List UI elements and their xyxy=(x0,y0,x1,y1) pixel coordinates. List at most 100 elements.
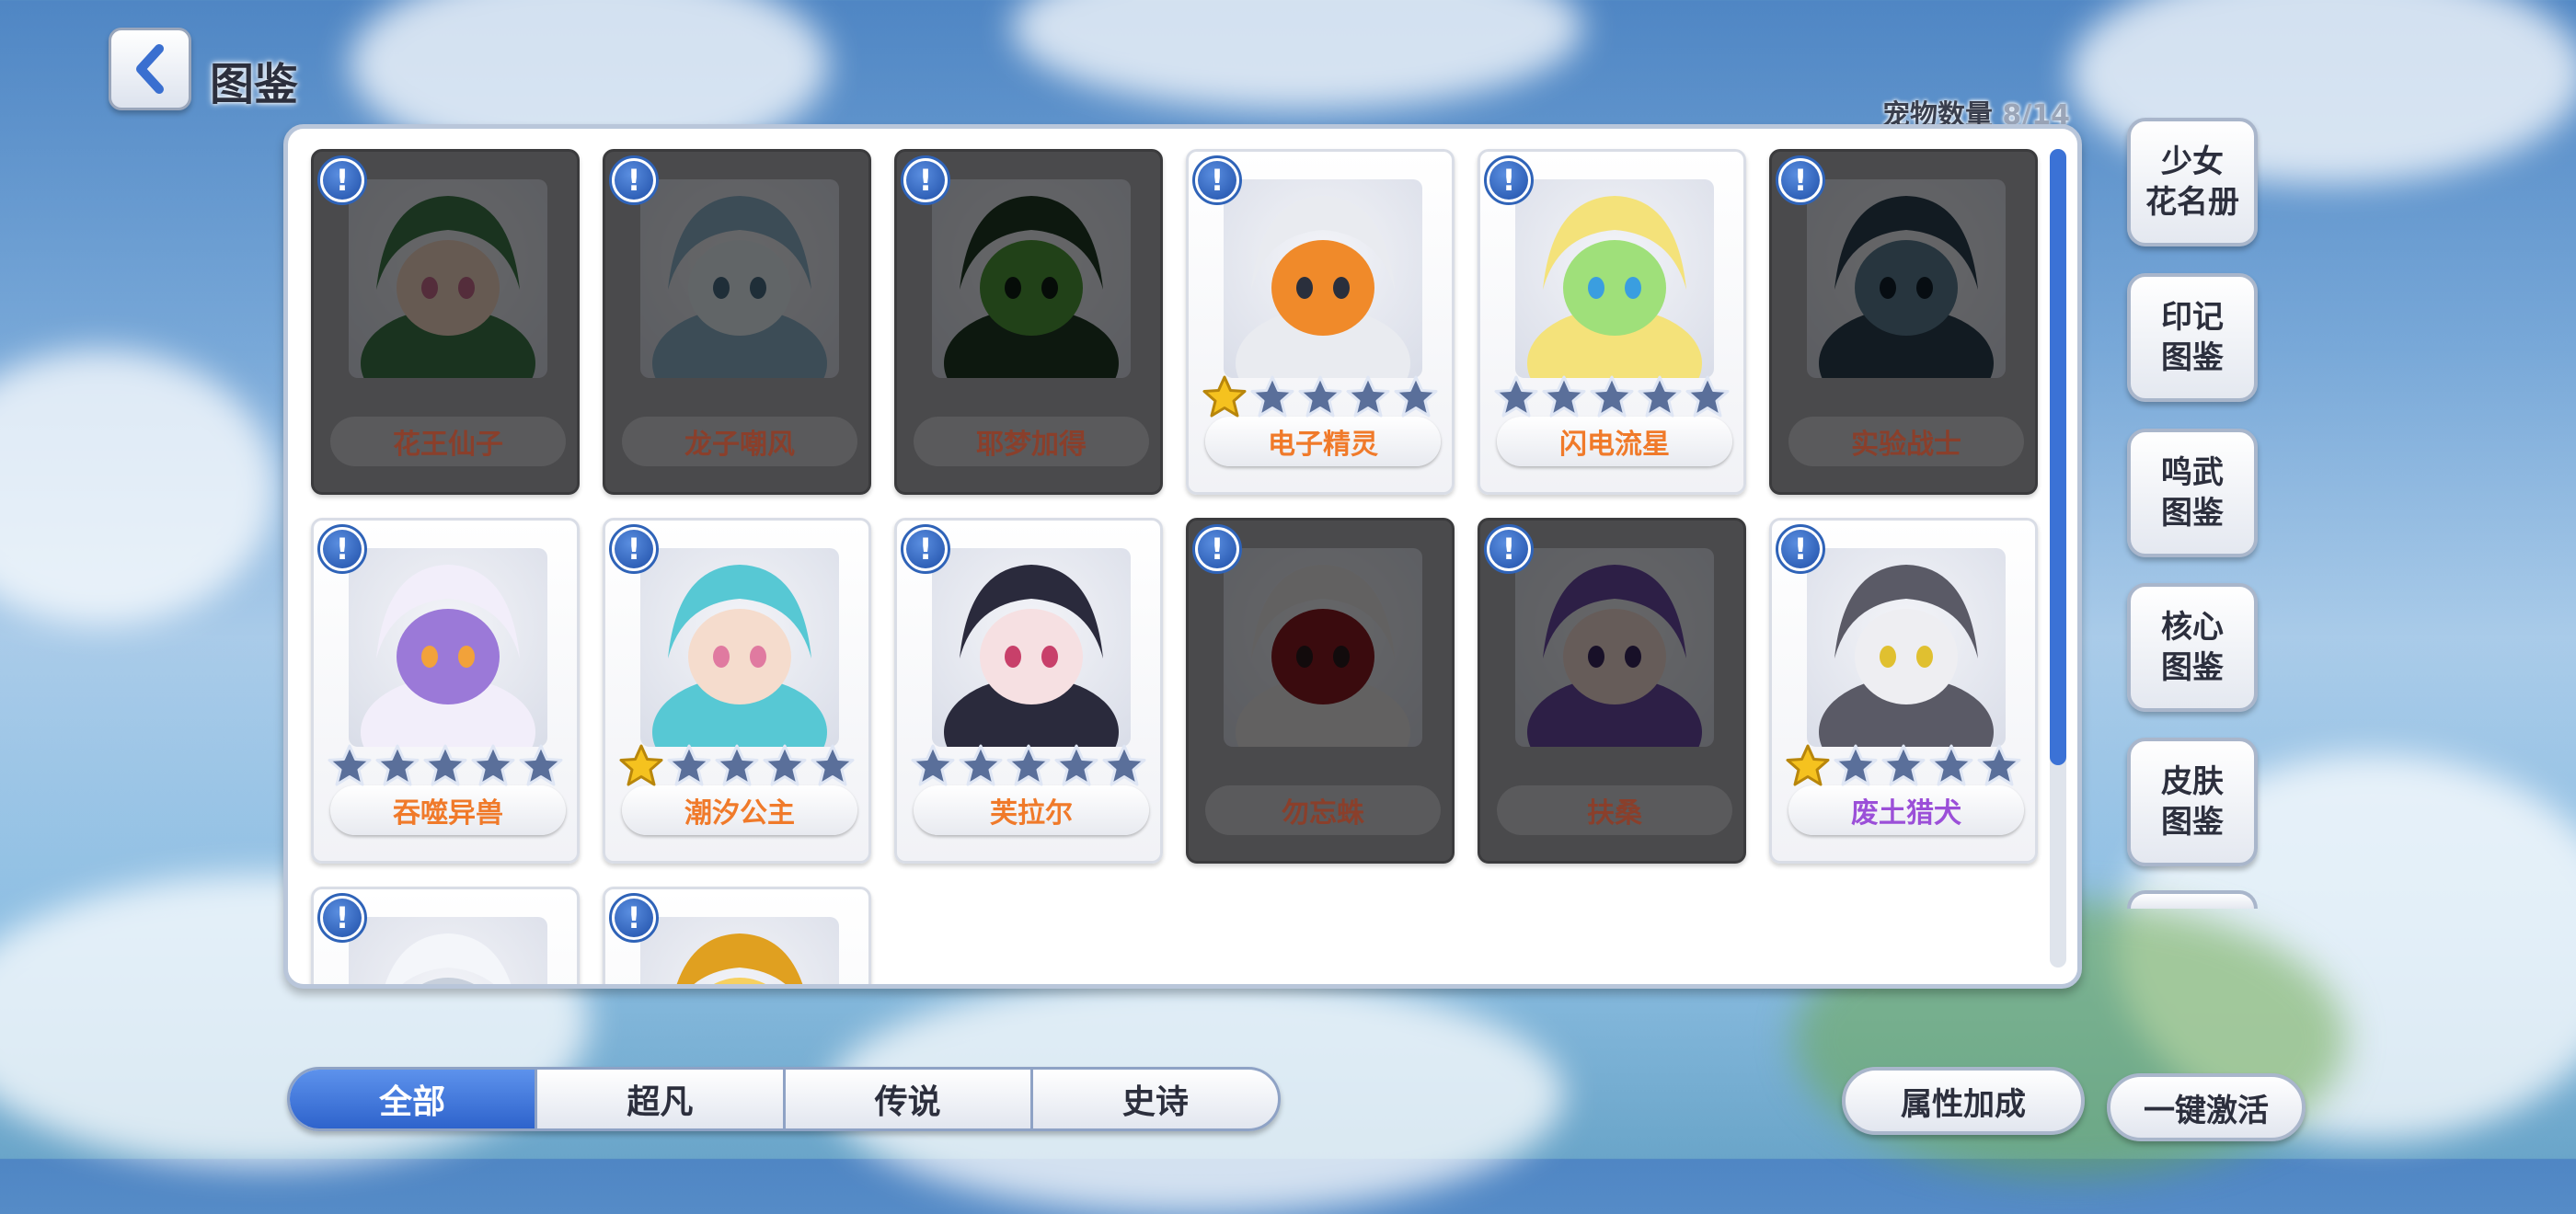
star-icon xyxy=(763,744,807,786)
tab-transcendent[interactable]: 超凡 xyxy=(537,1070,786,1128)
pet-portrait xyxy=(640,548,839,747)
attribute-bonus-button[interactable]: 属性加成 xyxy=(1842,1067,2085,1135)
exclamation-icon: ! xyxy=(1781,530,1820,568)
info-icon[interactable]: ! xyxy=(317,524,367,574)
info-icon[interactable]: ! xyxy=(1192,155,1242,205)
pet-portrait xyxy=(1224,548,1422,747)
exclamation-icon: ! xyxy=(323,899,362,937)
star-icon xyxy=(959,744,1003,786)
star-icon xyxy=(1346,375,1390,418)
side-button-line: 图鉴 xyxy=(2161,495,2224,532)
star-icon xyxy=(1685,375,1730,418)
side-button-line: 印记 xyxy=(2161,299,2224,336)
star-icon xyxy=(1786,744,1830,786)
pet-portrait xyxy=(349,917,547,984)
pet-name: 花王仙子 xyxy=(330,417,566,466)
side-button-line: 图鉴 xyxy=(2161,649,2224,686)
pet-portrait xyxy=(640,179,839,378)
pet-card[interactable]: ! 芙拉尔 xyxy=(894,518,1163,864)
pet-card[interactable]: ! xyxy=(311,887,580,984)
weapon-collection-button[interactable]: 鸣武 图鉴 xyxy=(2127,429,2258,557)
info-icon[interactable]: ! xyxy=(901,524,950,574)
tab-legendary[interactable]: 传说 xyxy=(786,1070,1033,1128)
star-icon xyxy=(1102,744,1146,786)
skin-collection-button[interactable]: 皮肤 图鉴 xyxy=(2127,738,2258,866)
exclamation-icon: ! xyxy=(323,161,362,200)
cloud xyxy=(0,349,276,625)
pet-name: 电子精灵 xyxy=(1205,417,1441,466)
pet-name: 潮汐公主 xyxy=(622,785,857,835)
star-icon xyxy=(1006,744,1051,786)
star-icon xyxy=(619,744,663,786)
pet-card[interactable]: ! 龙子嘲风 xyxy=(603,149,871,495)
exclamation-icon: ! xyxy=(615,899,653,937)
pet-collection-panel: ! 花王仙子 ! 龙子嘲风! 耶梦加得! 电子精灵! 闪电流星! 实验战士 ! 吞噬异兽! 潮汐公主… xyxy=(283,124,2082,989)
back-button[interactable] xyxy=(109,28,191,110)
star-icon xyxy=(375,744,420,786)
star-icon xyxy=(1929,744,1973,786)
side-button-line: 少女 xyxy=(2161,143,2224,180)
pet-name: 闪电流星 xyxy=(1497,417,1732,466)
info-icon[interactable]: ! xyxy=(609,155,659,205)
tab-all[interactable]: 全部 xyxy=(290,1070,538,1128)
pet-portrait xyxy=(932,548,1131,747)
side-button-line: 图鉴 xyxy=(2161,804,2224,841)
star-rating xyxy=(618,743,856,789)
info-icon[interactable]: ! xyxy=(1484,524,1534,574)
tab-epic[interactable]: 史诗 xyxy=(1033,1070,1278,1128)
pet-card[interactable]: ! 扶桑 xyxy=(1478,518,1746,864)
pet-name: 实验战士 xyxy=(1788,417,2024,466)
exclamation-icon: ! xyxy=(323,530,362,568)
rarity-tabs: 全部 超凡 传说 史诗 xyxy=(287,1067,1281,1131)
pet-card[interactable]: ! 花王仙子 xyxy=(311,149,580,495)
info-icon[interactable]: ! xyxy=(1192,524,1242,574)
pet-card[interactable]: ! 实验战士 xyxy=(1769,149,2038,495)
pet-portrait xyxy=(349,179,547,378)
activate-all-button[interactable]: 一键激活 xyxy=(2107,1073,2306,1141)
info-icon[interactable]: ! xyxy=(317,155,367,205)
scrollbar-thumb[interactable] xyxy=(2050,149,2066,765)
star-rating xyxy=(1493,374,1731,420)
star-icon xyxy=(1881,744,1926,786)
info-icon[interactable]: ! xyxy=(1776,524,1825,574)
girl-roster-button[interactable]: 少女 花名册 xyxy=(2127,118,2258,246)
pet-name: 芙拉尔 xyxy=(914,785,1149,835)
pet-name: 废土猎犬 xyxy=(1788,785,2024,835)
mark-collection-button[interactable]: 印记 图鉴 xyxy=(2127,273,2258,402)
star-icon xyxy=(1250,375,1294,418)
star-icon xyxy=(1834,744,1878,786)
info-icon[interactable]: ! xyxy=(609,893,659,943)
scrollbar[interactable] xyxy=(2050,149,2066,968)
exclamation-icon: ! xyxy=(1489,161,1528,200)
pet-card[interactable]: ! 吞噬异兽 xyxy=(311,518,580,864)
info-icon[interactable]: ! xyxy=(1484,155,1534,205)
star-icon xyxy=(667,744,711,786)
pet-card[interactable]: ! xyxy=(603,887,871,984)
pet-card[interactable]: ! 勿忘蛛 xyxy=(1186,518,1455,864)
pet-card[interactable]: ! 潮汐公主 xyxy=(603,518,871,864)
star-rating xyxy=(1202,374,1439,420)
pet-card[interactable]: ! 耶梦加得 xyxy=(894,149,1163,495)
exclamation-icon: ! xyxy=(1489,530,1528,568)
side-button-partial[interactable] xyxy=(2127,890,2258,909)
page-title: 图鉴 xyxy=(210,59,299,110)
info-icon[interactable]: ! xyxy=(901,155,950,205)
exclamation-icon: ! xyxy=(906,530,945,568)
side-button-line: 花名册 xyxy=(2145,184,2239,221)
pet-card[interactable]: ! 电子精灵 xyxy=(1186,149,1455,495)
star-icon xyxy=(519,744,563,786)
star-icon xyxy=(911,744,955,786)
info-icon[interactable]: ! xyxy=(1776,155,1825,205)
side-button-line: 核心 xyxy=(2161,609,2224,646)
info-icon[interactable]: ! xyxy=(317,893,367,943)
star-icon xyxy=(471,744,515,786)
pet-name: 扶桑 xyxy=(1497,785,1732,835)
core-collection-button[interactable]: 核心 图鉴 xyxy=(2127,583,2258,712)
info-icon[interactable]: ! xyxy=(609,524,659,574)
pet-portrait xyxy=(349,548,547,747)
pet-card[interactable]: ! 闪电流星 xyxy=(1478,149,1746,495)
pet-portrait xyxy=(1515,548,1714,747)
pet-name: 勿忘蛛 xyxy=(1205,785,1441,835)
exclamation-icon: ! xyxy=(615,161,653,200)
pet-card[interactable]: ! 废土猎犬 xyxy=(1769,518,2038,864)
